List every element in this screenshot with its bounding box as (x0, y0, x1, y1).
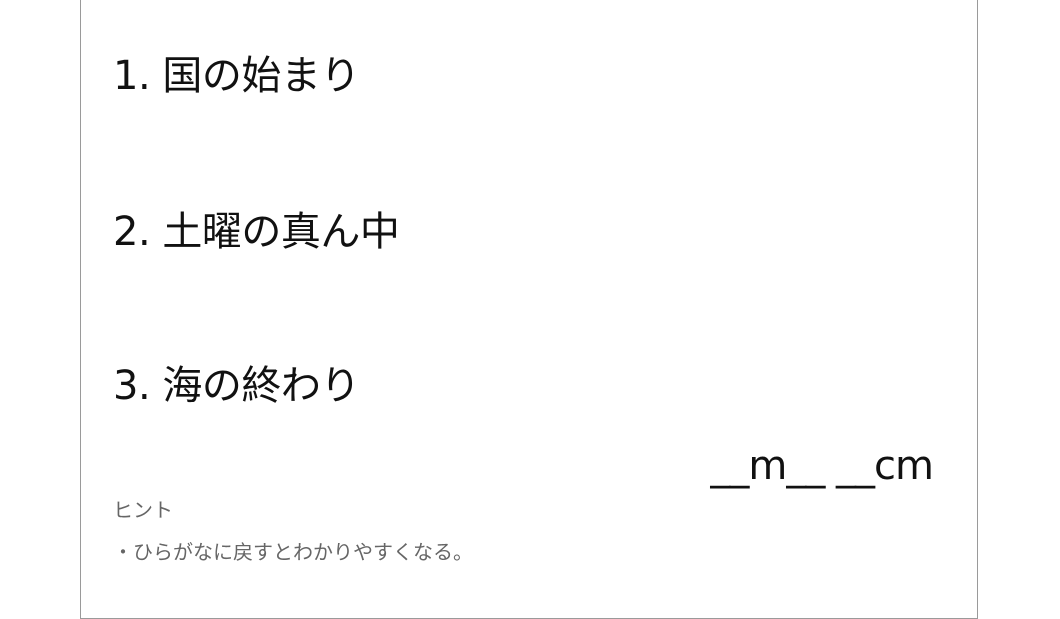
riddle-1-number: 1. (113, 53, 151, 99)
hint-item: ・ひらがなに戻すとわかりやすくなる。 (113, 540, 473, 564)
riddle-3: 3. 海の終わり (113, 366, 360, 406)
slide-page: 1. 国の始まり 2. 土曜の真ん中 3. 海の終わり __m__ __cm ヒ… (80, 0, 978, 619)
riddle-2: 2. 土曜の真ん中 (113, 209, 400, 255)
answer-blank: __m__ __cm (710, 443, 934, 489)
riddle-3-text: 海の終わり (162, 363, 360, 409)
riddle-3-number: 3. (113, 363, 151, 409)
riddle-1: 1. 国の始まり (113, 56, 360, 96)
riddle-2-text: 土曜の真ん中 (162, 209, 400, 255)
hint-title: ヒント (113, 498, 173, 522)
riddle-1-text: 国の始まり (162, 53, 360, 99)
riddle-2-number: 2. (113, 209, 151, 255)
